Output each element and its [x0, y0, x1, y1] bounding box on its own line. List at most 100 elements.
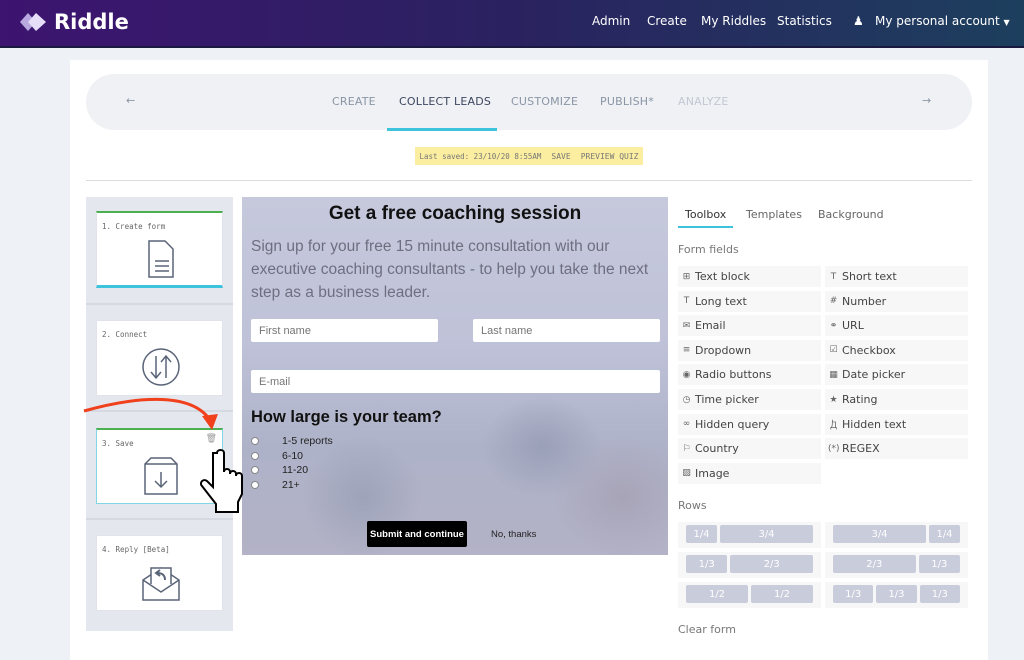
- save-button[interactable]: SAVE: [551, 152, 570, 161]
- field-label: Number: [842, 294, 887, 308]
- row-layout-option[interactable]: 3/4 1/4: [825, 522, 968, 548]
- field-email[interactable]: ✉ Email: [678, 315, 821, 337]
- field-type-icon: ▨: [682, 468, 691, 479]
- no-thanks-link[interactable]: No, thanks: [491, 529, 536, 540]
- form-fields-heading: Form fields: [678, 243, 739, 256]
- field-label: Hidden text: [842, 417, 907, 431]
- logo-icon: [20, 13, 46, 31]
- column-fraction: 1/3: [918, 555, 960, 573]
- field-type-icon: T: [683, 296, 690, 307]
- field-country[interactable]: ⚐ Country: [678, 438, 821, 460]
- row-layout-option[interactable]: 1/3 1/3 1/3: [825, 582, 968, 608]
- row-layout-option[interactable]: 2/3 1/3: [825, 552, 968, 578]
- radio-icon[interactable]: [251, 437, 259, 445]
- riddle-logo[interactable]: Riddle: [18, 10, 129, 34]
- divider: [86, 180, 972, 181]
- divider: [86, 518, 233, 520]
- radio-option[interactable]: 1-5 reports: [251, 435, 333, 447]
- field-time-picker[interactable]: ◷ Time picker: [678, 389, 821, 410]
- field-rating[interactable]: ★ Rating: [825, 389, 968, 410]
- row-layout-option[interactable]: 1/2 1/2: [678, 582, 821, 608]
- column-fraction: 1/4: [686, 525, 717, 543]
- column-fraction: 1/4: [929, 525, 960, 543]
- field-number[interactable]: # Number: [825, 290, 968, 312]
- pipeline-step-create-form[interactable]: 1. Create form: [96, 211, 223, 288]
- tab-publish[interactable]: PUBLISH*: [600, 95, 654, 108]
- field-checkbox[interactable]: ☑ Checkbox: [825, 339, 968, 361]
- red-arrow-icon: [83, 397, 212, 421]
- radio-icon[interactable]: [251, 466, 259, 474]
- submit-button[interactable]: Submit and continue: [367, 521, 467, 547]
- field-regex[interactable]: (*) REGEX: [825, 438, 968, 460]
- pipeline-step-reply[interactable]: 4. Reply [Beta]: [96, 535, 223, 611]
- radio-option[interactable]: 6-10: [251, 450, 303, 462]
- last-name-input[interactable]: [473, 319, 660, 342]
- tab-toolbox[interactable]: Toolbox: [685, 208, 726, 221]
- account-label: My personal account: [875, 14, 1000, 28]
- column-fraction: 1/3: [686, 555, 728, 573]
- field-type-icon: ☑: [829, 345, 838, 356]
- tab-analyze[interactable]: ANALYZE: [678, 95, 729, 108]
- rows-heading: Rows: [678, 499, 707, 512]
- form-preview: Get a free coaching session Sign up for …: [242, 197, 668, 555]
- column-fraction: 2/3: [833, 555, 916, 573]
- field-label: Time picker: [695, 393, 759, 406]
- radio-option[interactable]: 21+: [251, 479, 300, 491]
- radio-icon[interactable]: [251, 481, 259, 489]
- field-type-icon: ≡: [682, 345, 691, 356]
- nav-statistics[interactable]: Statistics: [777, 14, 832, 28]
- column-fraction: 1/2: [686, 585, 748, 603]
- field-text-block[interactable]: ⊞ Text block: [678, 266, 821, 287]
- field-short-text[interactable]: T Short text: [825, 266, 968, 287]
- field-url[interactable]: ⚭ URL: [825, 315, 968, 337]
- row-layout-option[interactable]: 1/4 3/4: [678, 522, 821, 548]
- field-type-icon: ⚐: [682, 443, 691, 454]
- row-layout-option[interactable]: 1/3 2/3: [678, 552, 821, 578]
- field-label: Short text: [842, 270, 897, 283]
- field-radio-buttons[interactable]: ◉ Radio buttons: [678, 364, 821, 386]
- tab-background[interactable]: Background: [818, 208, 884, 221]
- pipeline-step-connect[interactable]: 2. Connect: [96, 320, 223, 396]
- field-label: Checkbox: [842, 343, 896, 357]
- column-fraction: 1/3: [919, 585, 960, 603]
- top-navbar: Riddle Admin Create My Riddles Statistic…: [0, 0, 1024, 48]
- field-label: REGEX: [842, 442, 880, 456]
- field-date-picker[interactable]: ▦ Date picker: [825, 364, 968, 386]
- caret-down-icon: ▼: [1003, 18, 1010, 27]
- user-icon: ♟: [853, 14, 864, 28]
- radio-icon[interactable]: [251, 452, 259, 460]
- tab-templates[interactable]: Templates: [746, 208, 802, 221]
- preview-quiz-button[interactable]: PREVIEW QUIZ: [581, 152, 639, 161]
- save-status-bar: Last saved: 23/10/20 8:55AM SAVE PREVIEW…: [415, 147, 643, 165]
- next-arrow-icon[interactable]: →: [922, 94, 931, 107]
- field-dropdown[interactable]: ≡ Dropdown: [678, 339, 821, 361]
- field-type-icon: ⚭: [829, 320, 838, 331]
- nav-my-riddles[interactable]: My Riddles: [701, 14, 766, 28]
- first-name-input[interactable]: [251, 319, 438, 342]
- field-hidden-query[interactable]: ∞ Hidden query: [678, 413, 821, 435]
- nav-admin[interactable]: Admin: [592, 14, 630, 28]
- field-image[interactable]: ▨ Image: [678, 462, 821, 484]
- annotation-overlay: [83, 397, 243, 513]
- field-label: Text block: [695, 270, 750, 283]
- field-type-icon: ★: [829, 394, 838, 405]
- form-title: Get a free coaching session: [328, 203, 582, 224]
- tab-customize[interactable]: CUSTOMIZE: [511, 95, 578, 108]
- team-size-question: How large is your team?: [251, 408, 442, 426]
- nav-create[interactable]: Create: [647, 14, 687, 28]
- field-type-icon: ◷: [682, 394, 691, 405]
- radio-option[interactable]: 11-20: [251, 464, 308, 476]
- field-label: Date picker: [842, 368, 906, 382]
- column-fraction: 2/3: [730, 555, 813, 573]
- tab-create[interactable]: CREATE: [332, 95, 376, 108]
- document-icon: [148, 240, 174, 278]
- prev-arrow-icon[interactable]: ←: [126, 94, 135, 107]
- field-hidden-text[interactable]: Ꚁ Hidden text: [825, 413, 968, 435]
- field-type-icon: ✉: [682, 320, 691, 331]
- field-label: Rating: [842, 393, 878, 406]
- tab-collect-leads[interactable]: COLLECT LEADS: [399, 95, 491, 108]
- email-input[interactable]: [251, 370, 660, 393]
- field-long-text[interactable]: T Long text: [678, 290, 821, 312]
- account-menu[interactable]: My personal account ▼: [875, 14, 1010, 28]
- field-label: Email: [695, 319, 726, 333]
